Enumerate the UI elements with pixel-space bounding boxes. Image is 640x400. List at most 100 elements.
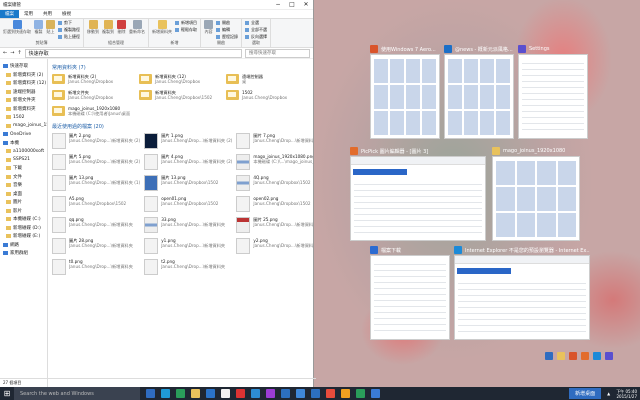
file-item[interactable]: open01.png Janus.Cheng\Dropbox\1502: [144, 196, 232, 212]
folder-item[interactable]: 遠端控制器桌: [226, 74, 309, 87]
address-field[interactable]: 快速存取: [24, 48, 242, 58]
task-view-window[interactable]: mago_joinus_1920x1080: [492, 146, 580, 241]
close-button[interactable]: ✕: [299, 0, 313, 9]
network-icon[interactable]: ▲: [607, 391, 610, 396]
search-input[interactable]: 搜尋快速存取: [245, 48, 310, 58]
taskbar-app-icon[interactable]: [221, 389, 230, 398]
file-explorer-window[interactable]: 檔案總管 − □ ✕ 檔案 常用 共用 檢視 釘選到快速存取 複製 貼上 剪下 …: [0, 0, 316, 390]
file-item[interactable]: 圖片 7.pngJanus.Cheng\Drop...\新增資料夾 (2): [236, 133, 313, 149]
file-item[interactable]: 圖片 25.png Janus.Cheng\Drop...\新增資料夾: [236, 217, 313, 233]
nav-item[interactable]: 圖片: [0, 198, 47, 207]
file-item[interactable]: 圖片 2.png Janus.Cheng\Drop...\新增資料夾 (2): [52, 133, 140, 149]
browser-icon[interactable]: [569, 352, 577, 360]
minimize-button[interactable]: −: [271, 0, 285, 9]
taskbar-app-icon[interactable]: [161, 389, 170, 398]
nav-item[interactable]: 快速存取: [0, 62, 47, 71]
pin-quick-access-button[interactable]: 釘選到快速存取: [3, 20, 31, 40]
taskbar-app-icon[interactable]: [176, 389, 185, 398]
desktop-thumb-icon[interactable]: [545, 352, 553, 360]
forward-arrow-icon[interactable]: →: [10, 50, 14, 56]
file-item[interactable]: open02.png Janus.Cheng\Dropbox\1502: [236, 196, 313, 212]
file-item[interactable]: 4Q.png Janus.Cheng\Dropbox\1502: [236, 175, 313, 191]
taskbar-app-icon[interactable]: [326, 389, 335, 398]
new-folder-button[interactable]: 新增資料夾: [152, 20, 172, 35]
folder-item[interactable]: 新增資料夾 (2) Janus.Cheng\Dropbox: [52, 74, 135, 87]
nav-item[interactable]: 本機磁碟 (C:): [0, 215, 47, 224]
task-view-window[interactable]: Settings: [518, 44, 588, 139]
taskbar-app-icon[interactable]: [356, 389, 365, 398]
nav-item[interactable]: 新增資料夾 (12): [0, 79, 47, 88]
taskbar-app-icon[interactable]: [236, 389, 245, 398]
taskbar-app-icon[interactable]: [296, 389, 305, 398]
taskbar-app-icon[interactable]: [281, 389, 290, 398]
nav-item[interactable]: a1100000soft: [0, 147, 47, 156]
delete-button[interactable]: 刪除: [117, 20, 126, 35]
taskbar-app-icon[interactable]: [206, 389, 215, 398]
folder-item[interactable]: 新增文件夾 Janus.Cheng\Dropbox: [52, 90, 135, 103]
rename-button[interactable]: 重新命名: [129, 20, 145, 35]
folder-item[interactable]: 1502 Janus.Cheng\Dropbox: [226, 90, 309, 103]
nav-item[interactable]: 影片: [0, 207, 47, 216]
nav-item[interactable]: 新增資料夾 (2): [0, 71, 47, 80]
folder-item[interactable]: 新增資料夾 (12) Janus.Cheng\Dropbox: [139, 74, 222, 87]
tab-home[interactable]: 常用: [19, 10, 38, 18]
nav-item[interactable]: 本機: [0, 139, 47, 148]
copy-to-button[interactable]: 複製到: [102, 20, 114, 35]
folder-item[interactable]: mago_joinus_1920x1080 本機磁碟 (C:)\使用者\Janus…: [52, 106, 135, 119]
taskbar-app-icon[interactable]: [266, 389, 275, 398]
nav-item[interactable]: 新增資料夾: [0, 105, 47, 114]
taskbar-app-icon[interactable]: [146, 389, 155, 398]
nav-item[interactable]: 家用群組: [0, 249, 47, 258]
file-item[interactable]: 圖片 5.png Janus.Cheng\Drop...\新增資料夾 (2): [52, 154, 140, 170]
windows-logo-icon[interactable]: ⊞: [0, 387, 14, 400]
taskbar-app-icon[interactable]: [311, 389, 320, 398]
folder-item[interactable]: 新增資料夾 Janus.Cheng\Dropbox\1502: [139, 90, 222, 103]
nav-item[interactable]: 新增文件夾: [0, 96, 47, 105]
taskbar-app-icon[interactable]: [251, 389, 260, 398]
explorer-titlebar[interactable]: 檔案總管 − □ ✕: [0, 0, 313, 10]
frequent-folders-header[interactable]: 常用資料夾 (7): [52, 64, 309, 71]
paste-button[interactable]: 貼上: [46, 20, 55, 40]
nav-item[interactable]: 新增磁碟 (D:): [0, 224, 47, 233]
recent-files-header[interactable]: 最近使用過的檔案 (20): [52, 123, 309, 130]
edit-button[interactable]: 編輯: [216, 27, 238, 33]
folder-icon[interactable]: [557, 352, 565, 360]
task-view-window[interactable]: @news - 概新元派風格...: [444, 44, 514, 139]
file-item[interactable]: t2.png Janus.Cheng\Drop...\新增資料夾: [144, 259, 232, 275]
settings-icon[interactable]: [605, 352, 613, 360]
taskbar-app-icon[interactable]: [371, 389, 380, 398]
nav-item[interactable]: SSPS21: [0, 156, 47, 165]
nav-item[interactable]: 文件: [0, 173, 47, 182]
nav-item[interactable]: 網路: [0, 241, 47, 250]
tab-share[interactable]: 共用: [38, 10, 57, 18]
select-none-button[interactable]: 全部不選: [245, 27, 267, 33]
nav-item[interactable]: 桌面: [0, 190, 47, 199]
move-to-button[interactable]: 移動到: [87, 20, 99, 35]
back-arrow-icon[interactable]: ←: [3, 50, 7, 56]
taskbar-app-icon[interactable]: [191, 389, 200, 398]
new-desktop-button[interactable]: 新增桌面: [569, 388, 602, 399]
taskbar-search-input[interactable]: Search the web and Windows: [14, 387, 140, 400]
file-item[interactable]: 圖片 4.png Janus.Cheng\Drop...\新增資料夾 (2): [144, 154, 232, 170]
up-arrow-icon[interactable]: ↑: [17, 50, 21, 56]
nav-item[interactable]: 遠端控制器: [0, 88, 47, 97]
cut-button[interactable]: 剪下: [58, 20, 80, 26]
clock[interactable]: 下午 05:40 2015/1/27: [616, 389, 637, 399]
taskbar-app-icon[interactable]: [341, 389, 350, 398]
tab-view[interactable]: 檢視: [57, 10, 76, 18]
ie-icon[interactable]: [593, 352, 601, 360]
task-view-window[interactable]: PicPick 圖片編輯器 - [圖片 3]: [350, 146, 486, 241]
file-item[interactable]: 圖片 28.png Janus.Cheng\Drop...\新增資料夾: [52, 238, 140, 254]
file-item[interactable]: 圖片 1.png Janus.Cheng\Drop...\新增資料夾 (2): [144, 133, 232, 149]
new-item-button[interactable]: 新增項目: [175, 20, 197, 26]
file-item[interactable]: A5.png Janus.Cheng\Dropbox\1502: [52, 196, 140, 212]
file-item[interactable]: y2.png Janus.Cheng\Drop...\新增資料夾: [236, 238, 313, 254]
file-item[interactable]: qq.png Janus.Cheng\Drop...\新增資料夾: [52, 217, 140, 233]
file-item[interactable]: 圖片 13.png Janus.Cheng\Dropbox\1502: [144, 175, 232, 191]
task-view-window[interactable]: 使用Windows 7 Aero...: [370, 44, 440, 139]
file-item[interactable]: t0.png Janus.Cheng\Drop...\新增資料夾: [52, 259, 140, 275]
file-item[interactable]: 33.png Janus.Cheng\Drop...\新增資料夾: [144, 217, 232, 233]
nav-item[interactable]: OneDrive: [0, 130, 47, 139]
nav-item[interactable]: mago_joinus_15: [0, 122, 47, 131]
nav-item[interactable]: 音樂: [0, 181, 47, 190]
